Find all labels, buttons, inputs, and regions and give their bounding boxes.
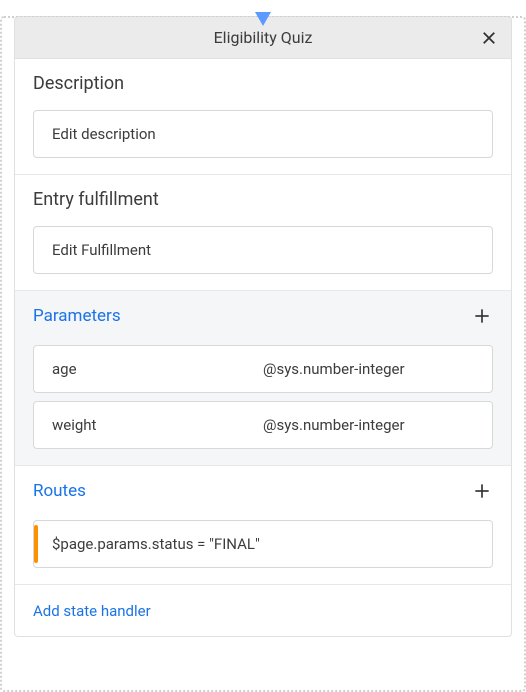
routes-section: Routes $page.params.status = "FINAL" <box>15 466 511 585</box>
description-section: Description Edit description <box>15 59 511 175</box>
page-config-panel: Eligibility Quiz Description Edit descri… <box>14 16 512 637</box>
close-icon <box>480 29 498 47</box>
parameter-row[interactable]: weight @sys.number-integer <box>33 401 493 449</box>
plus-icon <box>472 481 492 501</box>
description-label: Description <box>33 73 493 94</box>
parameter-row[interactable]: age @sys.number-integer <box>33 345 493 393</box>
route-condition: $page.params.status = "FINAL" <box>52 535 260 553</box>
parameter-type: @sys.number-integer <box>263 360 474 378</box>
route-row[interactable]: $page.params.status = "FINAL" <box>33 520 493 568</box>
entry-fulfillment-label: Entry fulfillment <box>33 189 493 210</box>
route-accent-bar <box>34 525 38 563</box>
parameter-name: age <box>52 360 263 378</box>
state-handler-section: Add state handler <box>15 585 511 636</box>
parameters-header-row: Parameters <box>33 305 493 327</box>
panel-title: Eligibility Quiz <box>214 28 313 47</box>
edit-description-button[interactable]: Edit description <box>33 110 493 158</box>
parameter-name: weight <box>52 416 263 434</box>
routes-label[interactable]: Routes <box>33 481 86 501</box>
plus-icon <box>472 306 492 326</box>
add-parameter-button[interactable] <box>471 305 493 327</box>
add-route-button[interactable] <box>471 480 493 502</box>
entry-fulfillment-section: Entry fulfillment Edit Fulfillment <box>15 175 511 291</box>
edit-fulfillment-button[interactable]: Edit Fulfillment <box>33 226 493 274</box>
parameters-section: Parameters age @sys.number-integer weigh… <box>15 291 511 466</box>
parameters-label[interactable]: Parameters <box>33 306 121 326</box>
close-button[interactable] <box>479 28 499 48</box>
routes-header-row: Routes <box>33 480 493 502</box>
incoming-arrow-icon <box>255 12 271 26</box>
parameter-type: @sys.number-integer <box>263 416 474 434</box>
add-state-handler-link[interactable]: Add state handler <box>33 602 151 620</box>
